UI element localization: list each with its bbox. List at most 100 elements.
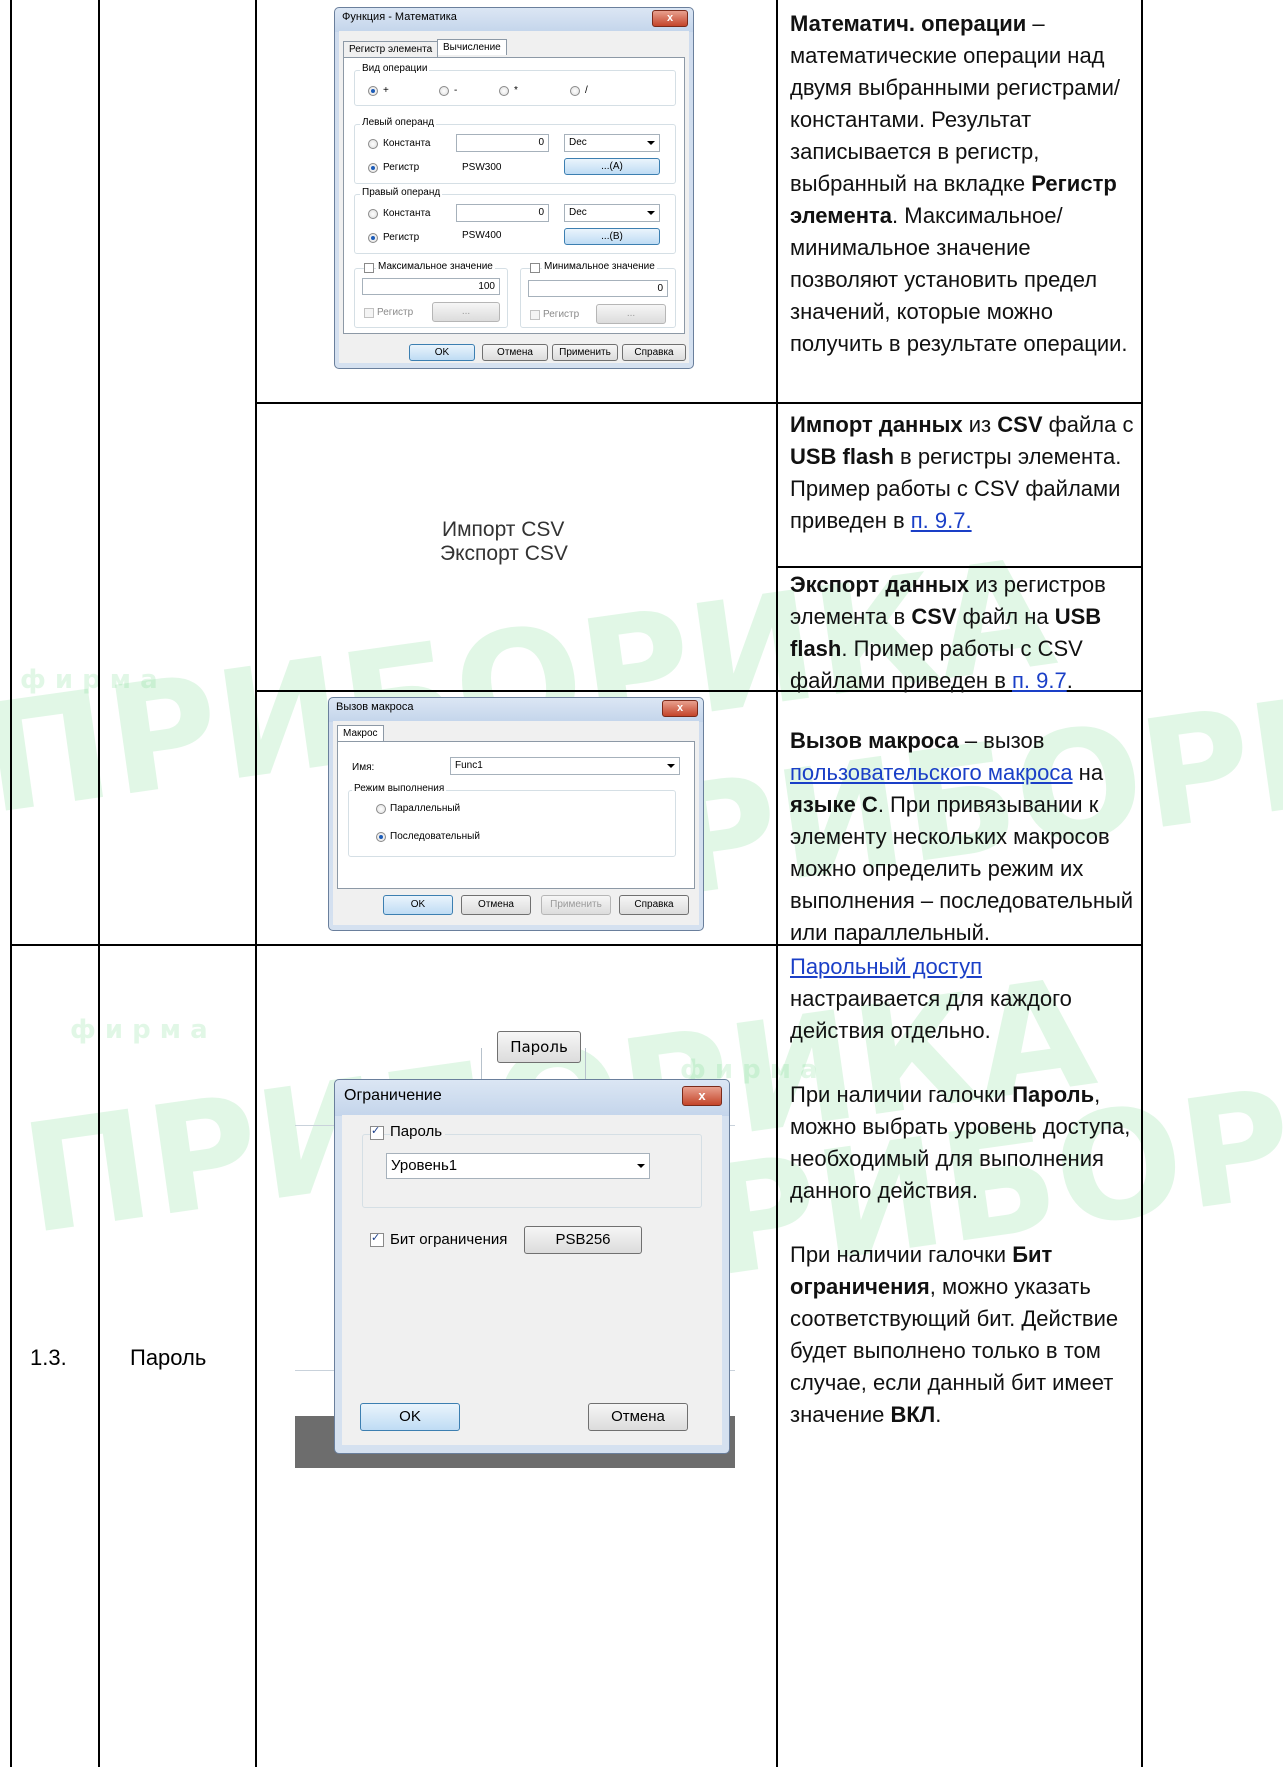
table-col-divider-2 bbox=[255, 0, 257, 1767]
sequential-label: Последовательный bbox=[390, 831, 480, 842]
right-register-button[interactable]: ...(B) bbox=[564, 228, 660, 245]
tab-calculation[interactable]: Вычисление bbox=[437, 39, 507, 55]
macro-lang: языке С bbox=[790, 792, 878, 817]
password-text-3d: ВКЛ bbox=[890, 1402, 936, 1427]
password-checkbox[interactable] bbox=[370, 1124, 384, 1140]
import-usb: USB flash bbox=[790, 444, 894, 469]
max-register-label: Регистр bbox=[377, 307, 414, 318]
max-register-button[interactable]: ... bbox=[432, 302, 500, 322]
cancel-button[interactable]: Отмена bbox=[482, 344, 548, 361]
right-operand-group bbox=[354, 194, 676, 254]
left-format-value: Dec bbox=[569, 137, 587, 148]
math-dialog-body: Регистр элемента Вычисление Вид операции… bbox=[339, 31, 689, 363]
row-number: 1.3. bbox=[30, 1345, 67, 1370]
password-text-3a: При наличии галочки bbox=[790, 1242, 1013, 1267]
chevron-down-icon bbox=[667, 764, 675, 768]
min-register-label: Регистр bbox=[543, 309, 580, 320]
math-dialog-title: Функция - Математика bbox=[342, 11, 457, 23]
macro-name-select[interactable]: Func1 bbox=[450, 757, 680, 775]
cancel-button[interactable]: Отмена bbox=[588, 1403, 688, 1431]
math-description: Математич. операции – математические опе… bbox=[790, 8, 1135, 360]
max-value-field[interactable]: 100 bbox=[362, 278, 500, 295]
math-dialog: Функция - Математика x Регистр элемента … bbox=[334, 7, 694, 369]
password-description: Парольный доступ настраивается для каждо… bbox=[790, 951, 1135, 1431]
max-checkbox[interactable] bbox=[364, 263, 374, 273]
radio-left-constant[interactable] bbox=[368, 139, 378, 149]
macro-link[interactable]: пользовательского макроса bbox=[790, 760, 1073, 785]
help-button[interactable]: Справка bbox=[619, 895, 689, 915]
macro-name-label: Имя: bbox=[352, 762, 375, 773]
bit-value-button[interactable]: PSB256 bbox=[524, 1226, 642, 1254]
csv-import-description: Импорт данных из CSV файла с USB flash в… bbox=[790, 409, 1135, 537]
password-link[interactable]: Парольный доступ bbox=[790, 954, 982, 979]
radio-parallel[interactable] bbox=[376, 804, 386, 814]
password-top-button[interactable]: Пароль bbox=[497, 1031, 581, 1063]
macro-dialog-title: Вызов макроса bbox=[336, 701, 414, 713]
max-register-checkbox[interactable] bbox=[364, 308, 374, 318]
radio-plus-label: + bbox=[383, 85, 389, 96]
radio-divide[interactable] bbox=[570, 86, 580, 96]
bit-checkbox-label: Бит ограничения bbox=[390, 1231, 508, 1248]
table-row-divider-1 bbox=[255, 402, 1143, 404]
mode-group-label: Режим выполнения bbox=[352, 783, 447, 794]
radio-right-constant[interactable] bbox=[368, 209, 378, 219]
macro-description: Вызов макроса – вызов пользовательского … bbox=[790, 725, 1135, 949]
right-constant-label: Константа bbox=[383, 208, 431, 219]
left-register-value: PSW300 bbox=[462, 162, 502, 173]
apply-button[interactable]: Применить bbox=[541, 895, 611, 915]
password-dialog: Ограничение x Пароль Уровень1 Бит ограни… bbox=[334, 1079, 730, 1454]
tab-macro[interactable]: Макрос bbox=[337, 725, 384, 741]
csv-export-description: Экспорт данных из регистров элемента в C… bbox=[790, 569, 1135, 697]
radio-plus[interactable] bbox=[368, 86, 378, 96]
close-icon[interactable]: x bbox=[662, 700, 698, 717]
macro-panel: Имя: Func1 Режим выполнения Параллельный… bbox=[337, 741, 695, 889]
level-select[interactable]: Уровень1 bbox=[386, 1153, 650, 1179]
chevron-down-icon bbox=[647, 141, 655, 145]
bit-checkbox[interactable] bbox=[370, 1231, 384, 1247]
right-operand-label: Правый операнд bbox=[360, 187, 443, 198]
close-icon[interactable]: x bbox=[652, 10, 688, 27]
left-register-label: Регистр bbox=[383, 162, 420, 173]
radio-multiply-label: * bbox=[514, 85, 518, 96]
radio-sequential[interactable] bbox=[376, 832, 386, 842]
min-checkbox[interactable] bbox=[530, 263, 540, 273]
help-button[interactable]: Справка bbox=[622, 344, 686, 361]
table-row-divider-csv bbox=[776, 566, 1143, 568]
left-constant-field[interactable]: 0 bbox=[456, 134, 549, 152]
import-link[interactable]: п. 9.7. bbox=[911, 508, 972, 533]
right-register-value: PSW400 bbox=[462, 230, 502, 241]
apply-button[interactable]: Применить bbox=[552, 344, 618, 361]
min-value-field[interactable]: 0 bbox=[528, 280, 668, 297]
min-register-button[interactable]: ... bbox=[596, 304, 666, 324]
left-operand-label: Левый операнд bbox=[360, 117, 437, 128]
left-register-button[interactable]: ...(A) bbox=[564, 158, 660, 175]
close-icon[interactable]: x bbox=[682, 1086, 722, 1106]
right-format-select[interactable]: Dec bbox=[564, 204, 660, 222]
radio-right-register[interactable] bbox=[368, 233, 378, 243]
radio-minus[interactable] bbox=[439, 86, 449, 96]
export-link[interactable]: п. 9.7 bbox=[1012, 668, 1067, 693]
ok-button[interactable]: OK bbox=[383, 895, 453, 915]
radio-divide-label: / bbox=[585, 85, 588, 96]
right-format-value: Dec bbox=[569, 207, 587, 218]
radio-left-register[interactable] bbox=[368, 163, 378, 173]
right-constant-field[interactable]: 0 bbox=[456, 204, 549, 222]
cancel-button[interactable]: Отмена bbox=[461, 895, 531, 915]
op-group-label: Вид операции bbox=[360, 63, 430, 74]
ok-button[interactable]: OK bbox=[409, 344, 475, 361]
macro-text-2: на bbox=[1072, 760, 1104, 785]
table-col-divider-3 bbox=[776, 0, 778, 1767]
radio-minus-label: - bbox=[454, 85, 458, 96]
math-text-1: – математические операции над двумя выбр… bbox=[790, 11, 1121, 196]
left-format-select[interactable]: Dec bbox=[564, 134, 660, 152]
csv-export-label: Экспорт CSV bbox=[440, 542, 568, 565]
ok-button[interactable]: OK bbox=[360, 1403, 460, 1431]
min-register-checkbox[interactable] bbox=[530, 310, 540, 320]
radio-multiply[interactable] bbox=[499, 86, 509, 96]
password-text-2b: Пароль bbox=[1012, 1082, 1095, 1107]
macro-title: Вызов макроса bbox=[790, 728, 959, 753]
min-label: Минимальное значение bbox=[542, 261, 657, 272]
import-text-1: из bbox=[962, 412, 998, 437]
tab-register-element[interactable]: Регистр элемента bbox=[343, 41, 439, 57]
password-text-1: настраивается для каждого действия отдел… bbox=[790, 986, 1072, 1043]
